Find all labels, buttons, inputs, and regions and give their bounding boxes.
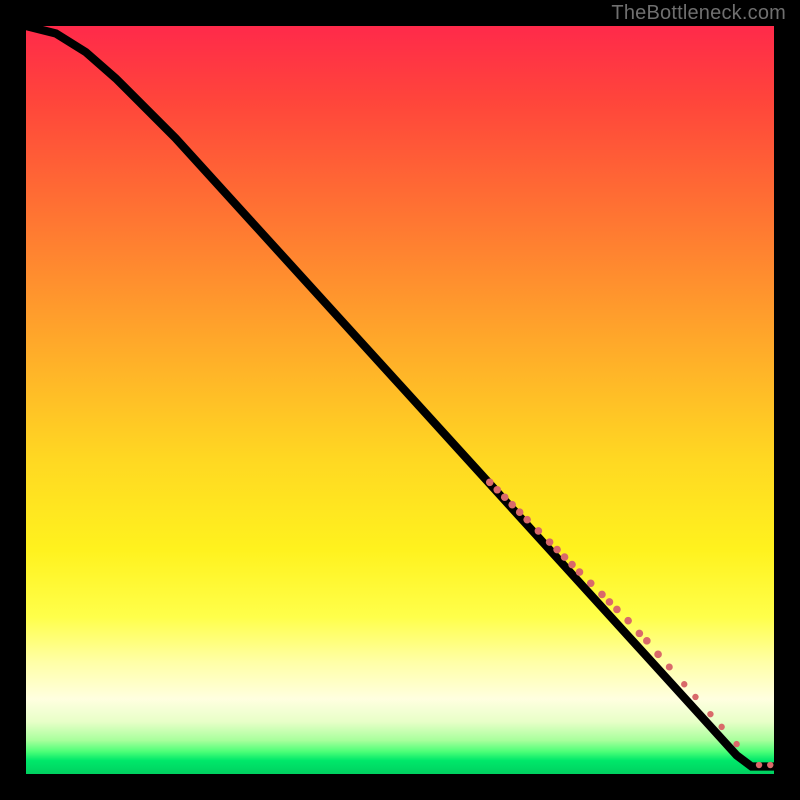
highlight-dot (561, 553, 569, 561)
highlight-dot (636, 630, 644, 638)
highlight-dot (643, 637, 651, 645)
highlight-dot (523, 516, 531, 524)
bottleneck-curve (26, 26, 774, 767)
highlight-dot (707, 711, 713, 717)
highlight-dot (692, 694, 698, 700)
highlight-dot (613, 606, 621, 614)
highlight-dot (516, 508, 524, 516)
highlight-dot (587, 579, 595, 587)
highlight-dot (767, 762, 773, 768)
highlight-dot (718, 724, 724, 730)
highlight-dots (486, 478, 774, 768)
highlight-dot (606, 598, 614, 606)
highlight-dot (666, 664, 673, 671)
highlight-dot (598, 591, 606, 599)
chart-svg (26, 26, 774, 774)
highlight-dot (756, 762, 762, 768)
plot-area (26, 26, 774, 774)
highlight-dot (508, 501, 516, 509)
highlight-dot (681, 681, 687, 687)
highlight-dot (568, 561, 576, 569)
highlight-dot (493, 486, 501, 494)
highlight-dot (546, 538, 554, 546)
highlight-dot (535, 527, 543, 535)
highlight-dot (553, 546, 561, 554)
chart-frame: TheBottleneck.com (0, 0, 800, 800)
watermark-text: TheBottleneck.com (611, 2, 786, 25)
highlight-dot (486, 478, 494, 486)
highlight-dot (501, 493, 509, 501)
highlight-dot (576, 568, 584, 576)
highlight-dot (654, 651, 662, 659)
highlight-dot (624, 617, 632, 625)
highlight-dot (733, 741, 739, 747)
